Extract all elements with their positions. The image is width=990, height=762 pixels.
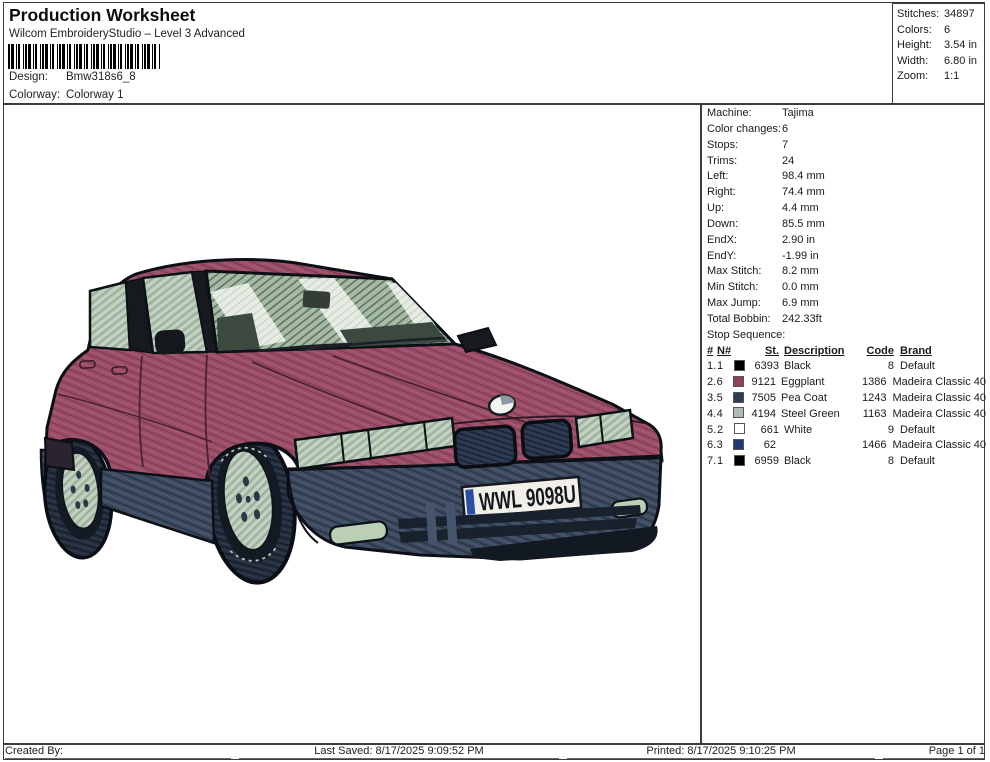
created-by: Created By: <box>5 744 231 759</box>
stat-row: Zoom: 1:1 <box>897 70 960 83</box>
app-subtitle: Wilcom EmbroideryStudio – Level 3 Advanc… <box>9 28 245 40</box>
stop-sequence-row: 6. 3 62 1466 Madeira Classic 40 <box>707 439 986 452</box>
stop-sequence-title: Stop Sequence: <box>707 328 786 341</box>
page-title: Production Worksheet <box>9 5 196 25</box>
design-value: Bmw318s6_8 <box>66 71 136 83</box>
embroidery-car-design: WWL 9098U <box>39 258 664 585</box>
thread-swatch <box>732 391 744 403</box>
rear-quarter-window <box>88 280 132 352</box>
stop-sequence-row: 5. 2 661 White 9 Default <box>707 423 935 436</box>
page-number: Page 1 of 1 <box>883 744 985 759</box>
design-preview: WWL 9098U <box>4 105 699 742</box>
stop-sequence-row: 2. 6 9121 Eggplant 1386 Madeira Classic 40 <box>707 375 986 389</box>
stat-row: Stitches: 34897 <box>897 8 975 20</box>
production-worksheet-page: Production Worksheet Wilcom EmbroiderySt… <box>0 0 990 762</box>
stat-row: Width: 6.80 in <box>897 54 978 67</box>
colorway-label: Colorway: <box>9 89 61 101</box>
thread-swatch <box>734 423 745 435</box>
printed-timestamp: Printed: 8/17/2025 9:10:25 PM <box>567 744 875 759</box>
stop-sequence-row: 7. 1 6959 Black 8 Default <box>707 454 935 468</box>
stop-sequence-row: 4. 4 4194 Steel Green 1163 Madeira Classic … <box>707 407 986 420</box>
design-label: Design: <box>9 71 48 83</box>
thread-swatch <box>734 454 745 466</box>
machine-info-panel: Machine: Tajima Color changes: 6 Stops: 7 T… <box>702 106 986 470</box>
headrest <box>154 329 186 355</box>
stop-sequence-row: 3. 5 7505 Pea Coat 1243 Madeira Classic 40 <box>707 391 986 405</box>
footer: Created By: Last Saved: 8/17/2025 9:09:5… <box>5 744 985 759</box>
colorway-value: Colorway 1 <box>66 89 124 101</box>
stat-row: Height: 3.54 in <box>897 39 978 52</box>
design-name-row: Design: Bmw318s6_8 <box>9 71 136 83</box>
summary-stats-box: Stitches: 34897 Colors: 6 Height: 3.54 in W… <box>892 3 985 104</box>
thread-swatch <box>732 375 744 387</box>
stat-row: Colors: 6 <box>897 23 951 36</box>
rocker-sill <box>99 467 216 545</box>
colorway-row: Colorway: Colorway 1 <box>9 89 124 101</box>
stop-sequence-row: 1. 1 6393 Black 8 Default <box>707 360 935 373</box>
taillight <box>43 436 76 472</box>
last-saved: Last Saved: 8/17/2025 9:09:52 PM <box>239 744 559 759</box>
thread-swatch <box>732 407 744 419</box>
side-mirror <box>456 326 498 354</box>
stop-sequence-header: # N# St. Description Code Brand <box>707 344 932 357</box>
thread-swatch <box>732 439 744 451</box>
thread-swatch <box>734 360 745 372</box>
barcode-icon <box>8 44 161 69</box>
